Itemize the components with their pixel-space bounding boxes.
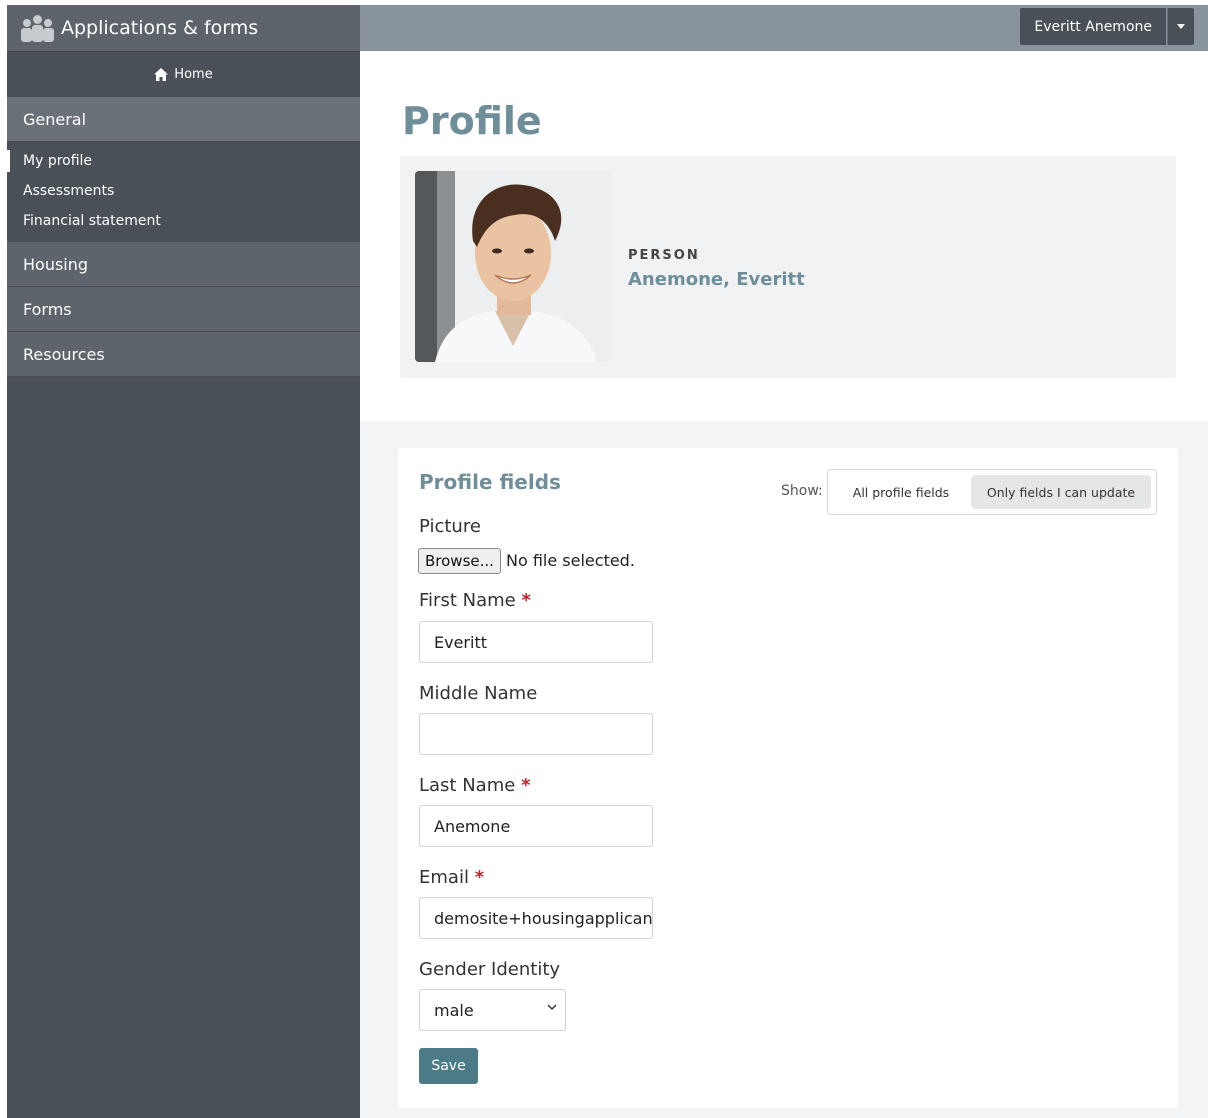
sidebar: Applications & forms Home General My pro…: [7, 5, 360, 1118]
person-name: Anemone, Everitt: [628, 269, 805, 290]
gender-identity-value: male: [434, 1000, 474, 1020]
sidebar-item-financial-statement[interactable]: Financial statement: [7, 206, 360, 236]
home-icon: [154, 68, 169, 81]
filter-updatable-fields-button[interactable]: Only fields I can update: [971, 475, 1151, 509]
last-name-label: Last Name *: [419, 775, 530, 796]
first-name-label: First Name *: [419, 590, 531, 611]
middle-name-label: Middle Name: [419, 683, 538, 704]
browse-button[interactable]: Browse...: [418, 548, 501, 574]
sidebar-section-resources[interactable]: Resources: [7, 332, 360, 377]
user-menu-button[interactable]: Everitt Anemone: [1020, 8, 1166, 45]
person-type-label: PERSON: [628, 248, 700, 263]
page-title: Profile: [402, 99, 542, 143]
user-menu-caret[interactable]: [1167, 8, 1194, 45]
picture-label: Picture: [419, 516, 481, 537]
gender-identity-label: Gender Identity: [419, 959, 561, 980]
profile-fields-panel: Profile fields Show: All profile fields …: [398, 448, 1178, 1108]
sidebar-item-assessments[interactable]: Assessments: [7, 176, 360, 206]
email-label: Email *: [419, 867, 484, 888]
people-icon: [21, 13, 54, 43]
profile-header: Profile PERSON Anemone, Everitt: [360, 51, 1208, 421]
home-label: Home: [174, 67, 213, 82]
email-input[interactable]: demosite+housingapplicant: [419, 897, 653, 939]
filter-all-fields-button[interactable]: All profile fields: [834, 475, 968, 509]
profile-photo: [415, 171, 611, 362]
no-file-status: No file selected.: [506, 551, 635, 570]
required-mark: *: [474, 867, 485, 888]
required-mark: *: [521, 775, 531, 796]
person-card: PERSON Anemone, Everitt: [400, 156, 1176, 378]
sidebar-section-general[interactable]: General: [7, 97, 360, 142]
home-link[interactable]: Home: [7, 51, 360, 97]
sidebar-section-forms[interactable]: Forms: [7, 287, 360, 332]
topbar: Everitt Anemone: [360, 5, 1208, 51]
sidebar-item-my-profile[interactable]: My profile: [7, 146, 360, 176]
email-label-text: Email: [419, 867, 469, 888]
general-submenu: My profile Assessments Financial stateme…: [7, 142, 360, 242]
gender-identity-select[interactable]: male: [419, 989, 566, 1031]
save-button[interactable]: Save: [419, 1048, 478, 1084]
middle-name-input[interactable]: [419, 713, 653, 755]
app-header: Applications & forms: [7, 5, 360, 51]
chevron-down-icon: [547, 1004, 557, 1011]
sidebar-section-housing[interactable]: Housing: [7, 242, 360, 287]
first-name-input[interactable]: Everitt: [419, 621, 653, 663]
app-title: Applications & forms: [61, 17, 259, 39]
last-name-input[interactable]: Anemone: [419, 805, 653, 847]
show-filter-label: Show:: [781, 483, 823, 499]
field-filter-toggle: All profile fields Only fields I can upd…: [827, 469, 1157, 515]
last-name-label-text: Last Name: [419, 775, 516, 796]
caret-down-icon: [1177, 24, 1185, 29]
profile-fields-title: Profile fields: [419, 470, 561, 494]
main-content: Profile PERSON Anemone, Everitt Profile …: [360, 51, 1208, 1118]
first-name-label-text: First Name: [419, 590, 516, 611]
required-mark: *: [521, 590, 531, 611]
